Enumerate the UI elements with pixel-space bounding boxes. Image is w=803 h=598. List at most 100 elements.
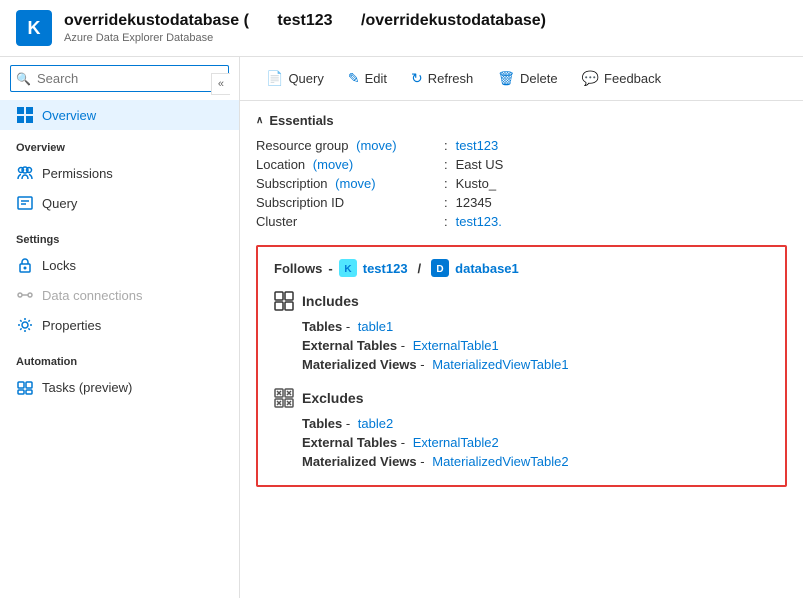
- excludes-icon: [274, 388, 294, 408]
- page-subtitle: Azure Data Explorer Database: [64, 32, 546, 44]
- includes-external-tables-label: External Tables: [302, 338, 397, 353]
- excludes-external-tables-label: External Tables: [302, 435, 397, 450]
- follows-cluster-link[interactable]: test123: [363, 261, 408, 276]
- essentials-subscription-value: Kusto_: [456, 176, 496, 191]
- excludes-external-tables-separator: -: [401, 435, 409, 450]
- refresh-icon: ↻: [411, 70, 423, 87]
- follows-card: Follows - K test123 / D database1: [256, 245, 787, 487]
- sidebar-item-query[interactable]: Query: [0, 188, 239, 218]
- essentials-colon-4: :: [444, 195, 448, 210]
- edit-button[interactable]: ✎ Edit: [338, 65, 397, 92]
- essentials-colon-2: :: [444, 157, 448, 172]
- excludes-external-tables-row: External Tables - ExternalTable2: [274, 435, 769, 450]
- essentials-colon-3: :: [444, 176, 448, 191]
- essentials-row-location: Location (move) : East US: [256, 157, 787, 172]
- sidebar-item-overview-active[interactable]: Overview: [0, 100, 239, 130]
- essentials-row-subscription: Subscription (move) : Kusto_: [256, 176, 787, 191]
- sidebar-item-permissions-label: Permissions: [42, 166, 113, 181]
- sidebar-item-data-connections: Data connections: [0, 280, 239, 310]
- includes-tables-value[interactable]: table1: [358, 319, 393, 334]
- tasks-icon: [16, 378, 34, 396]
- excludes-tables-row: Tables - table2: [274, 416, 769, 431]
- includes-section: Includes Tables - table1 External Tables…: [274, 291, 769, 372]
- includes-external-tables-row: External Tables - ExternalTable1: [274, 338, 769, 353]
- delete-icon: 🗑: [497, 70, 515, 87]
- page-title: overridekustodatabase ( test123 /overrid…: [64, 12, 546, 30]
- includes-materialized-views-separator: -: [420, 357, 428, 372]
- sidebar-item-locks[interactable]: Locks: [0, 250, 239, 280]
- excludes-materialized-views-row: Materialized Views - MaterializedViewTab…: [274, 454, 769, 469]
- edit-icon: ✎: [348, 70, 360, 87]
- feedback-button[interactable]: 💬 Feedback: [572, 65, 672, 92]
- includes-materialized-views-value[interactable]: MaterializedViewTable1: [432, 357, 568, 372]
- nav-section-automation: Automation Tasks (preview): [0, 344, 239, 406]
- nav-section-settings-label: Settings: [0, 226, 239, 250]
- follows-database-link[interactable]: database1: [455, 261, 519, 276]
- excludes-header: Excludes: [274, 388, 769, 408]
- resource-group-move-link[interactable]: (move): [356, 138, 396, 153]
- content-area: ∧ Essentials Resource group (move) : tes…: [240, 101, 803, 598]
- delete-button[interactable]: 🗑 Delete: [487, 65, 567, 92]
- essentials-cluster-label: Cluster: [256, 214, 436, 229]
- overview-icon: [16, 106, 34, 124]
- sidebar-item-locks-label: Locks: [42, 258, 76, 273]
- query-toolbar-icon: 📄: [266, 70, 283, 87]
- database-icon: D: [431, 259, 449, 277]
- nav-section-automation-label: Automation: [0, 348, 239, 372]
- essentials-header: ∧ Essentials: [256, 113, 787, 128]
- page-header: K overridekustodatabase ( test123 /overr…: [0, 0, 803, 57]
- cluster-icon: K: [339, 259, 357, 277]
- includes-header: Includes: [274, 291, 769, 311]
- includes-external-tables-value[interactable]: ExternalTable1: [413, 338, 499, 353]
- essentials-location-label: Location (move): [256, 157, 436, 172]
- azure-db-icon: K: [16, 10, 52, 46]
- subscription-move-link[interactable]: (move): [335, 176, 375, 191]
- follows-header: Follows - K test123 / D database1: [274, 259, 769, 277]
- refresh-button[interactable]: ↻ Refresh: [401, 65, 483, 92]
- essentials-row-resource-group: Resource group (move) : test123: [256, 138, 787, 153]
- essentials-cluster-value[interactable]: test123.: [456, 214, 502, 229]
- svg-text:D: D: [437, 264, 444, 275]
- excludes-section: Excludes Tables - table2 External Tables…: [274, 388, 769, 469]
- excludes-tables-label: Tables: [302, 416, 342, 431]
- excludes-label: Excludes: [302, 390, 363, 406]
- essentials-subscription-label: Subscription (move): [256, 176, 436, 191]
- sidebar: 🔍 « Overview Overview Permissions: [0, 57, 240, 598]
- essentials-label: Essentials: [269, 113, 333, 128]
- sidebar-item-tasks[interactable]: Tasks (preview): [0, 372, 239, 402]
- essentials-colon-5: :: [444, 214, 448, 229]
- includes-icon: [274, 291, 294, 311]
- nav-section-overview-label: Overview: [0, 134, 239, 158]
- essentials-resource-group-value[interactable]: test123: [456, 138, 499, 153]
- essentials-subscription-id-value: 12345: [456, 195, 492, 210]
- essentials-grid: Resource group (move) : test123 Location…: [256, 138, 787, 229]
- sidebar-item-permissions[interactable]: Permissions: [0, 158, 239, 188]
- toolbar: 📄 Query ✎ Edit ↻ Refresh 🗑 Delete 💬: [240, 57, 803, 101]
- search-container: 🔍 «: [10, 65, 229, 92]
- excludes-tables-value[interactable]: table2: [358, 416, 393, 431]
- essentials-location-value: East US: [456, 157, 504, 172]
- sidebar-item-properties[interactable]: Properties: [0, 310, 239, 340]
- excludes-external-tables-value[interactable]: ExternalTable2: [413, 435, 499, 450]
- query-button[interactable]: 📄 Query: [256, 65, 334, 92]
- follows-dash: -: [328, 261, 332, 276]
- main-content: 📄 Query ✎ Edit ↻ Refresh 🗑 Delete 💬: [240, 57, 803, 598]
- includes-materialized-views-row: Materialized Views - MaterializedViewTab…: [274, 357, 769, 372]
- essentials-subscription-id-label: Subscription ID: [256, 195, 436, 210]
- header-text-group: overridekustodatabase ( test123 /overrid…: [64, 12, 546, 44]
- includes-tables-label: Tables: [302, 319, 342, 334]
- includes-materialized-views-label: Materialized Views: [302, 357, 417, 372]
- location-move-link[interactable]: (move): [313, 157, 353, 172]
- svg-text:K: K: [344, 264, 352, 275]
- follows-separator: /: [418, 261, 422, 276]
- essentials-chevron-icon: ∧: [256, 115, 263, 126]
- excludes-materialized-views-label: Materialized Views: [302, 454, 417, 469]
- includes-tables-row: Tables - table1: [274, 319, 769, 334]
- excludes-materialized-views-value[interactable]: MaterializedViewTable2: [432, 454, 568, 469]
- nav-section-overview: Overview Permissions Query: [0, 130, 239, 222]
- collapse-sidebar-button[interactable]: «: [211, 73, 230, 95]
- search-icon: 🔍: [16, 72, 31, 86]
- search-input[interactable]: [10, 65, 229, 92]
- essentials-resource-group-label: Resource group (move): [256, 138, 436, 153]
- includes-label: Includes: [302, 293, 359, 309]
